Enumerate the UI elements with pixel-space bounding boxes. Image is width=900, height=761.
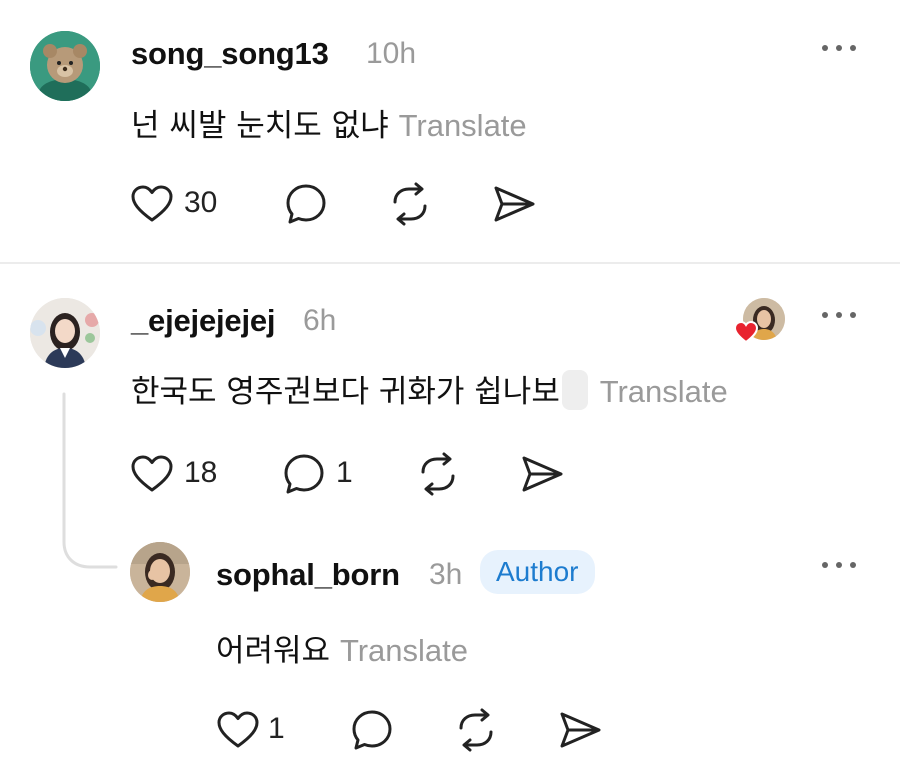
- like-count: 30: [184, 186, 218, 219]
- comment-icon: [284, 454, 324, 494]
- thread-connector-line: [62, 392, 118, 569]
- repost-button[interactable]: [414, 450, 462, 498]
- comment-icon: [286, 184, 326, 224]
- comment-text: 넌 씨발 눈치도 없냐 Translate: [131, 100, 527, 145]
- like-count: 18: [184, 456, 218, 489]
- timestamp: 6h: [303, 304, 337, 337]
- more-options-icon[interactable]: [820, 40, 858, 60]
- repost-icon: [459, 708, 493, 752]
- heart-icon: [131, 185, 173, 222]
- more-options-icon[interactable]: [820, 557, 858, 577]
- comment-body: 어려워요: [216, 633, 331, 669]
- translate-link[interactable]: Translate: [399, 108, 527, 143]
- heart-icon: [217, 711, 259, 748]
- divider: [0, 262, 900, 264]
- comment-body: 넌 씨발 눈치도 없냐: [131, 108, 389, 144]
- avatar[interactable]: [30, 31, 100, 101]
- translate-link[interactable]: Translate: [340, 633, 468, 668]
- share-button[interactable]: [518, 450, 566, 498]
- comment-body: 한국도 영주권보다 귀화가 쉽나보: [131, 374, 560, 410]
- translate-link[interactable]: Translate: [600, 374, 728, 409]
- avatar-teddy-image: [30, 31, 100, 101]
- share-button[interactable]: [556, 706, 604, 754]
- reply-button[interactable]: [280, 450, 328, 498]
- like-button[interactable]: [128, 180, 176, 228]
- reply-count: 1: [336, 456, 353, 489]
- avatar[interactable]: [30, 298, 100, 368]
- heart-icon: [131, 455, 173, 492]
- username[interactable]: sophal_born: [216, 557, 400, 593]
- timestamp: 10h: [366, 37, 417, 70]
- share-icon: [522, 456, 563, 492]
- more-options-icon[interactable]: [820, 307, 858, 327]
- comment-text: 한국도 영주권보다 귀화가 쉽나보 Translate: [131, 366, 728, 411]
- repost-icon: [393, 182, 427, 226]
- username[interactable]: song_song13: [131, 36, 329, 72]
- like-count: 1: [268, 712, 285, 745]
- reply-button[interactable]: [348, 706, 396, 754]
- repost-button[interactable]: [386, 180, 434, 228]
- username[interactable]: _ejejejejej: [131, 303, 276, 339]
- share-button[interactable]: [490, 180, 538, 228]
- author-avatar-image: [130, 542, 190, 602]
- author-badge: Author: [480, 550, 595, 594]
- avatar-portrait-image: [30, 298, 100, 368]
- liked-by-author-icon: [733, 320, 759, 349]
- comment-icon: [352, 710, 392, 750]
- like-button[interactable]: [128, 450, 176, 498]
- reply-button[interactable]: [282, 180, 330, 228]
- share-icon: [494, 186, 535, 222]
- share-icon: [560, 712, 601, 748]
- avatar[interactable]: [130, 542, 190, 602]
- emoji-placeholder: [561, 370, 588, 410]
- timestamp: 3h: [429, 558, 463, 591]
- comment-text: 어려워요 Translate: [216, 625, 468, 670]
- like-button[interactable]: [214, 706, 262, 754]
- repost-icon: [421, 452, 455, 496]
- repost-button[interactable]: [452, 706, 500, 754]
